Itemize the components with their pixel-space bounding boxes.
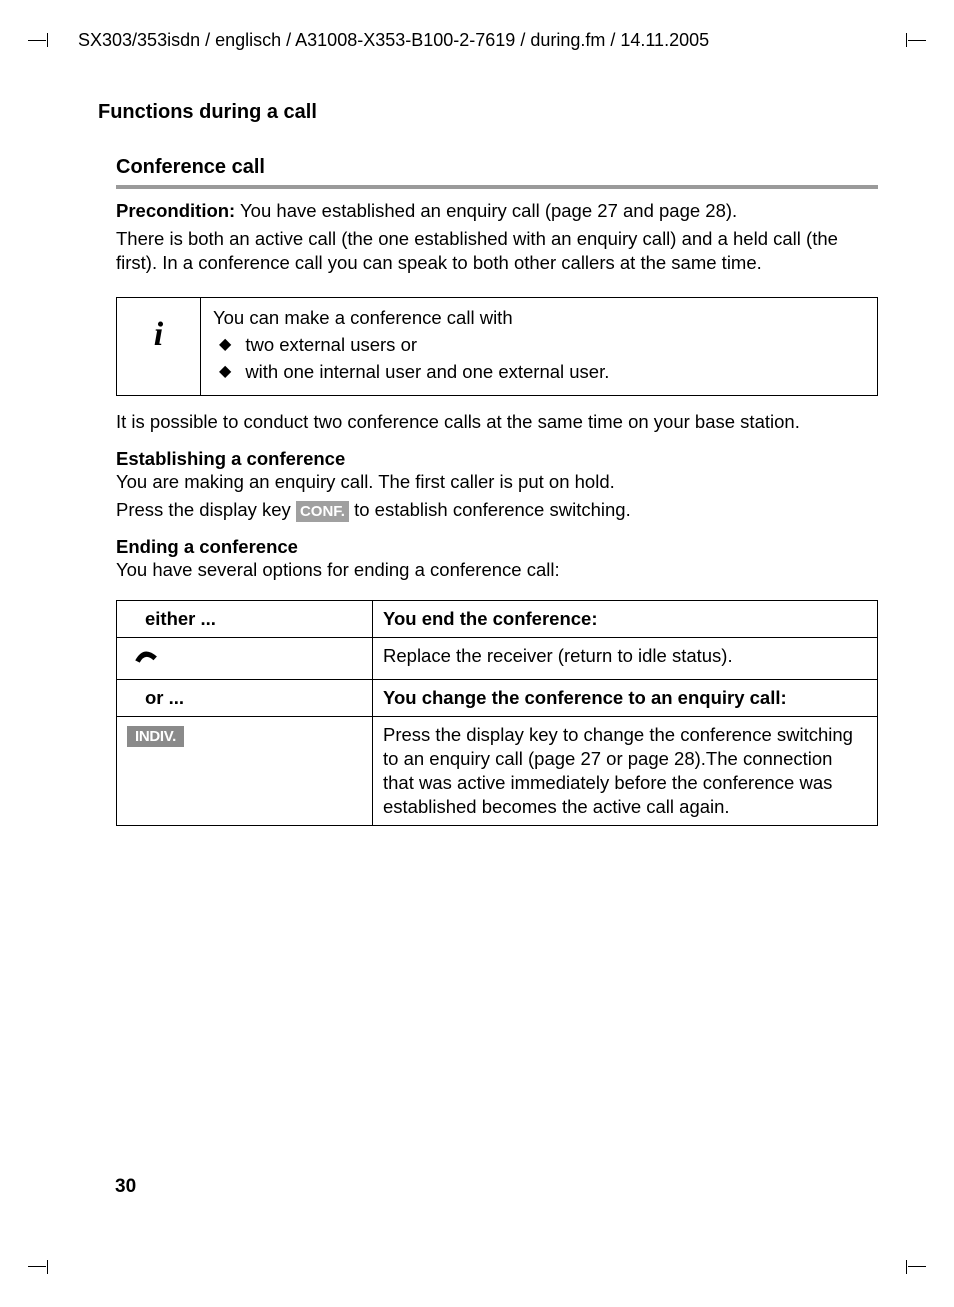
indiv-display-key: INDIV.	[127, 726, 184, 748]
ending-intro: You have several options for ending a co…	[116, 558, 878, 582]
section-title: Functions during a call	[78, 101, 878, 124]
ending-heading: Ending a conference	[116, 536, 878, 558]
table-r2c1	[117, 638, 373, 680]
info-lead: You can make a conference call with	[213, 306, 863, 331]
establishing-line2-post: to establish conference switching.	[349, 499, 631, 520]
table-r4c2: Press the display key to change the conf…	[373, 716, 878, 825]
conduct-para: It is possible to conduct two conference…	[116, 410, 878, 434]
conf-display-key: CONF.	[296, 501, 349, 523]
subsection-title: Conference call	[78, 156, 878, 179]
diamond-icon: ◆	[219, 333, 231, 357]
info-text: You can make a conference call with ◆ tw…	[201, 298, 878, 396]
info-bullet-1: ◆ two external users or	[213, 333, 863, 358]
header-path: SX303/353isdn / englisch / A31008-X353-B…	[78, 28, 878, 51]
precondition-text: You have established an enquiry call (pa…	[235, 200, 737, 221]
precondition-para: Precondition: You have established an en…	[116, 199, 878, 223]
hangup-icon	[125, 642, 161, 676]
establishing-line2-pre: Press the display key	[116, 499, 296, 520]
establishing-heading: Establishing a conference	[116, 448, 878, 470]
table-r3c2: You change the conference to an enquiry …	[373, 679, 878, 716]
table-r1c2: You end the conference:	[373, 601, 878, 638]
info-bullet-1-text: two external users or	[245, 333, 417, 358]
section-rule	[116, 185, 878, 189]
intro-para: There is both an active call (the one es…	[116, 227, 878, 275]
table-r1c1: either ...	[117, 601, 373, 638]
info-bullet-2-text: with one internal user and one external …	[245, 360, 609, 385]
table-r4c1: INDIV.	[117, 716, 373, 825]
info-icon: i	[117, 298, 201, 396]
establishing-line2: Press the display key CONF. to establish…	[116, 498, 878, 522]
page-number: 30	[115, 1176, 136, 1198]
establishing-line1: You are making an enquiry call. The firs…	[116, 470, 878, 494]
info-box: i You can make a conference call with ◆ …	[116, 297, 878, 396]
options-table: either ... You end the conference: Repla…	[116, 600, 878, 826]
table-r3c1: or ...	[117, 679, 373, 716]
precondition-label: Precondition:	[116, 200, 235, 221]
info-bullet-2: ◆ with one internal user and one externa…	[213, 360, 863, 385]
table-r2c2: Replace the receiver (return to idle sta…	[373, 638, 878, 680]
diamond-icon: ◆	[219, 360, 231, 384]
